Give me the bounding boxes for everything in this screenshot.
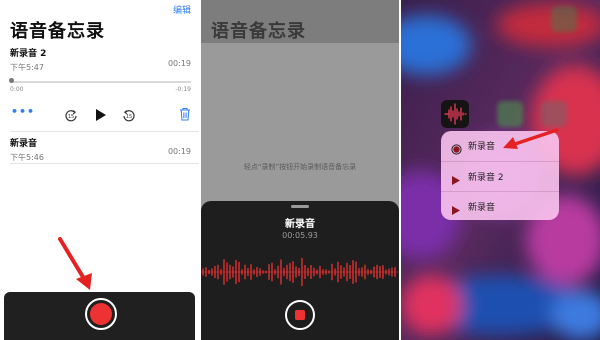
menu-item-recording-2[interactable]: 新录音 2 <box>441 161 559 190</box>
sheet-grabber[interactable] <box>291 205 309 208</box>
skip-back-label: 15 <box>68 114 74 120</box>
skip-forward-label: 15 <box>126 114 132 120</box>
empty-state-hint: 轻点“录制”按钮开始录制语音备忘录 <box>243 163 357 171</box>
playback-scrubber[interactable] <box>10 81 191 83</box>
page-title: 语音备忘录 <box>211 21 306 42</box>
remaining-time: -0:19 <box>175 86 191 93</box>
voice-memos-list-panel: 编辑 语音备忘录 新录音 2 下午5:47 00:19 0:00 -0:19 •… <box>0 0 199 340</box>
recording-item-expanded[interactable]: 新录音 2 下午5:47 00:19 <box>10 46 191 73</box>
red-arrow-annotation <box>503 128 559 149</box>
red-arrow-annotation <box>58 237 92 290</box>
recording-time: 下午5:46 <box>10 153 44 162</box>
menu-item-label: 新录音 <box>468 142 496 152</box>
recording-name: 新录音 2 <box>10 49 47 59</box>
play-triangle-icon <box>451 171 461 190</box>
play-button[interactable] <box>95 107 107 126</box>
recording-time: 下午5:47 <box>10 63 44 72</box>
record-circle-icon <box>451 140 462 159</box>
recording-timer: 00:05.93 <box>282 231 318 240</box>
list-divider <box>10 131 199 132</box>
recording-duration: 00:19 <box>167 59 191 68</box>
3d-touch-menu-panel: 新录音 新录音 2 新录音 <box>401 0 600 340</box>
elapsed-time: 0:00 <box>10 86 24 93</box>
voice-memos-app-icon[interactable] <box>441 100 469 128</box>
menu-item-label: 新录音 2 <box>468 173 504 183</box>
trash-icon[interactable] <box>179 106 191 125</box>
edit-button[interactable]: 编辑 <box>173 3 191 16</box>
list-divider <box>10 163 199 164</box>
recording-item[interactable]: 新录音 下午5:46 00:19 <box>10 136 191 163</box>
skip-back-15-icon[interactable]: 15 <box>64 108 78 127</box>
menu-item-recording[interactable]: 新录音 <box>441 191 559 220</box>
stop-button[interactable] <box>285 300 315 330</box>
stop-square-icon <box>295 310 305 320</box>
recording-sheet: 新录音 00:05.93 <box>201 201 399 340</box>
play-triangle-icon <box>451 201 461 220</box>
recording-in-progress-panel: 语音备忘录 轻点“录制”按钮开始录制语音备忘录 新录音 00:05.93 <box>201 0 399 340</box>
record-button[interactable] <box>85 298 117 330</box>
page-title: 语音备忘录 <box>10 21 105 42</box>
blurred-app-icon <box>541 101 567 127</box>
recording-duration: 00:19 <box>167 147 191 156</box>
recording-title: 新录音 <box>285 219 315 230</box>
blurred-app-icon <box>497 101 523 127</box>
menu-item-label: 新录音 <box>468 203 496 213</box>
scrubber-handle[interactable] <box>9 78 14 83</box>
blurred-app-icon <box>551 6 577 32</box>
waveform <box>201 258 399 286</box>
recording-name: 新录音 <box>10 139 38 149</box>
record-dot-icon <box>90 303 112 325</box>
skip-forward-15-icon[interactable]: 15 <box>122 108 136 127</box>
more-options-icon[interactable]: ••• <box>11 105 35 118</box>
